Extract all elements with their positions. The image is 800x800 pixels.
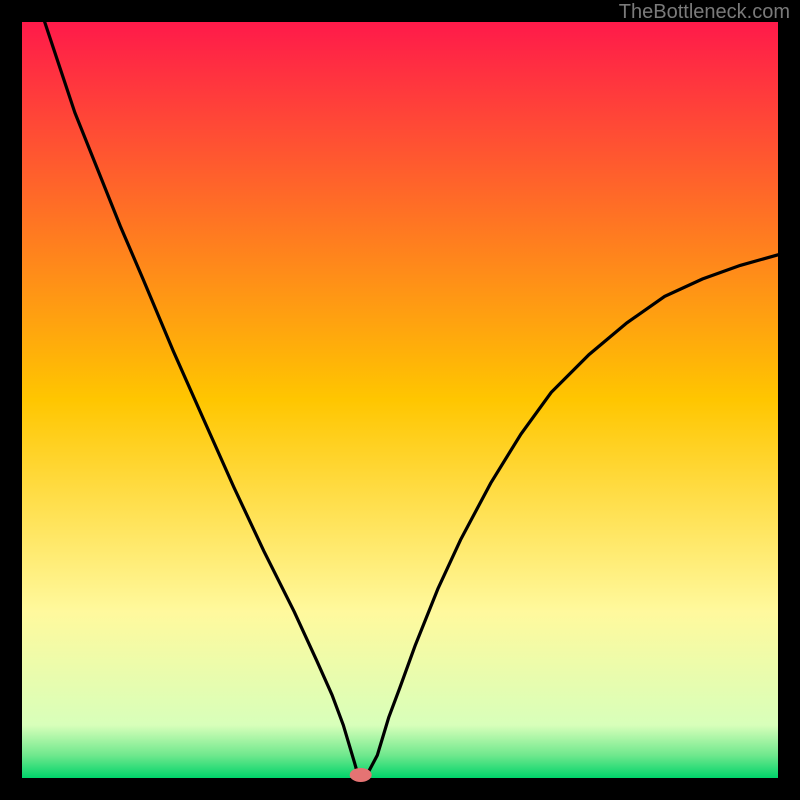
watermark-text: TheBottleneck.com <box>619 1 790 23</box>
optimum-marker <box>350 768 372 782</box>
chart-container: TheBottleneck.com <box>0 0 800 800</box>
plot-area <box>22 22 778 778</box>
bottleneck-chart: TheBottleneck.com <box>0 0 800 800</box>
